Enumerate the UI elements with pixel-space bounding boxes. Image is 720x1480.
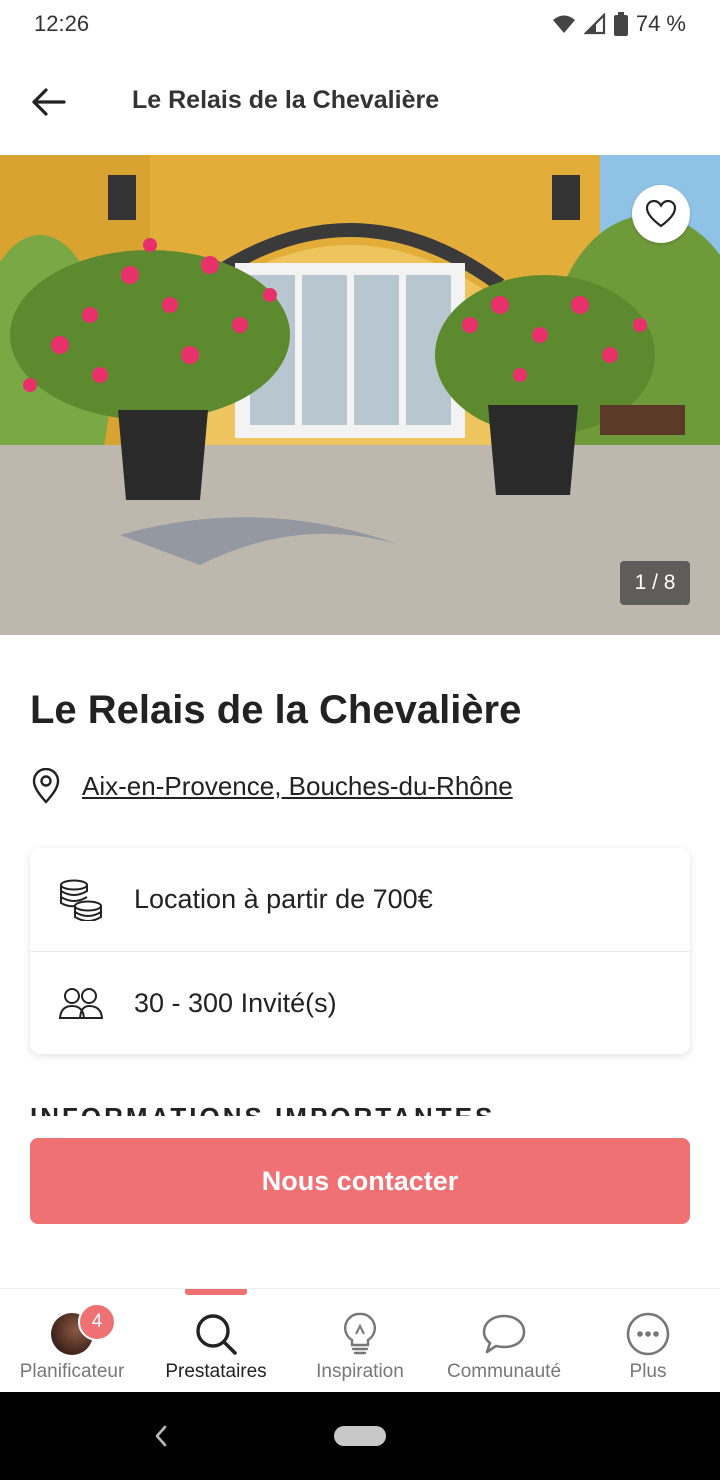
tab-label: Planificateur (19, 1361, 125, 1382)
guests-row: 30 - 300 Invité(s) (30, 951, 690, 1054)
search-icon (196, 1314, 237, 1355)
wifi-icon (552, 15, 575, 33)
guests-text: 30 - 300 Invité(s) (134, 987, 337, 1018)
status-icons: 74 % (552, 11, 686, 37)
venue-photo-gallery[interactable]: 1 / 8 (0, 155, 720, 635)
venue-location: Aix-en-Provence, Bouches-du-Rhône (30, 768, 513, 804)
venue-photo (0, 155, 720, 635)
venue-info-card: Location à partir de 700€ 30 - 300 Invit… (30, 848, 690, 1054)
battery-icon (613, 12, 628, 36)
price-row: Location à partir de 700€ (30, 848, 690, 951)
chat-bubble-icon (482, 1314, 526, 1354)
system-back-button[interactable] (146, 1416, 176, 1456)
tab-communaute[interactable]: Communauté (432, 1289, 576, 1393)
back-button[interactable] (24, 78, 72, 126)
tab-prestataires[interactable]: Prestataires (144, 1289, 288, 1393)
more-icon (626, 1312, 670, 1356)
favorite-button[interactable] (632, 185, 690, 243)
contact-bar: Nous contacter (0, 1116, 720, 1288)
notification-badge: 4 (78, 1303, 116, 1341)
battery-percent: 74 % (635, 11, 686, 36)
tab-label: Communauté (446, 1361, 562, 1382)
map-pin-icon (32, 768, 60, 804)
coins-icon (60, 879, 102, 921)
tab-label: Prestataires (165, 1361, 267, 1382)
lightbulb-icon (344, 1312, 376, 1355)
tab-plus[interactable]: Plus (576, 1289, 720, 1393)
signal-icon (583, 13, 605, 35)
section-heading: INFORMATIONS IMPORTANTES (30, 1104, 495, 1116)
status-time: 12:26 (34, 11, 90, 36)
arrow-left-icon (32, 88, 66, 116)
system-home-pill[interactable] (334, 1426, 386, 1446)
tab-inspiration[interactable]: Inspiration (288, 1289, 432, 1393)
app-bar-title: Le Relais de la Chevalière (132, 86, 440, 114)
status-bar: 12:26 74 % (0, 0, 720, 48)
guests-icon (58, 988, 104, 1019)
contact-button[interactable]: Nous contacter (30, 1138, 690, 1224)
heart-icon (646, 200, 676, 228)
chevron-left-icon (155, 1425, 167, 1447)
app-bar: Le Relais de la Chevalière (0, 56, 720, 152)
price-text: Location à partir de 700€ (134, 884, 433, 914)
gallery-counter: 1 / 8 (620, 561, 690, 605)
location-link[interactable]: Aix-en-Provence, Bouches-du-Rhône (82, 771, 513, 802)
bottom-tab-bar: 4 Planificateur Prestataires Inspiration… (0, 1288, 720, 1393)
system-navigation-bar (0, 1392, 720, 1480)
tab-label: Plus (629, 1361, 667, 1382)
active-tab-indicator (185, 1289, 247, 1295)
tab-label: Inspiration (316, 1361, 404, 1382)
venue-name: Le Relais de la Chevalière (30, 688, 522, 732)
tab-planificateur[interactable]: 4 Planificateur (0, 1289, 144, 1393)
